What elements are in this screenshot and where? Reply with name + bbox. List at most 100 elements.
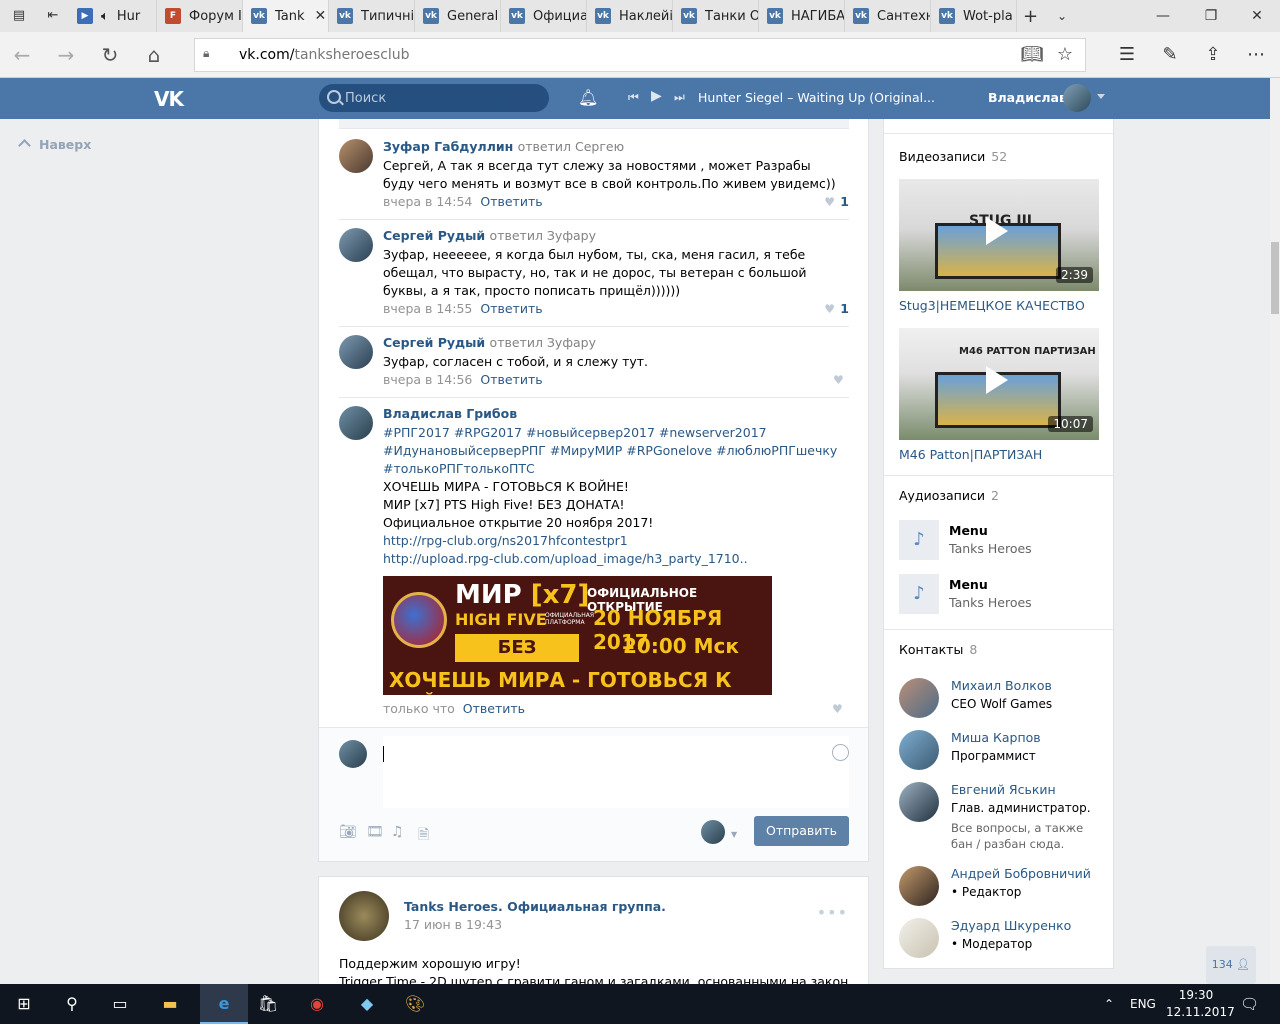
avatar[interactable] [899, 866, 939, 906]
author-link[interactable]: Зуфар Габдуллин [383, 139, 513, 154]
tab-list-chevron-icon[interactable]: ⌄ [1057, 9, 1067, 23]
avatar[interactable] [899, 918, 939, 958]
video-title-link[interactable]: Stug3|НЕМЕЦКОЕ КАЧЕСТВО [899, 298, 1085, 313]
video-title-link[interactable]: M46 Patton|ПАРТИЗАН [899, 447, 1042, 462]
reply-button[interactable]: Ответить [480, 372, 542, 387]
video-film-icon[interactable]: 🎞︎ [366, 824, 384, 840]
like-button[interactable]: ♥ 1 [824, 194, 849, 209]
tab-6[interactable]: vk Официа [501, 0, 587, 32]
windows-start-icon[interactable]: ⊞ [9, 989, 39, 1019]
action-center-icon[interactable]: 🗨︎ [1240, 984, 1259, 1024]
document-icon[interactable]: 🗎︎ [418, 824, 429, 848]
user-name[interactable]: Владислав [988, 90, 1067, 105]
contact-name[interactable]: Эдуард Шкуренко [951, 918, 1071, 933]
app-icon[interactable]: ◆ [352, 989, 382, 1019]
restore-icon[interactable]: ❐ [1188, 0, 1234, 32]
hashtags-line[interactable]: #толькоРПГтолькоПТС [383, 460, 843, 478]
more-menu-icon[interactable]: ⋯ [1244, 43, 1268, 67]
group-avatar[interactable] [339, 891, 389, 941]
forward-arrow-icon[interactable]: → [54, 43, 78, 67]
comment-time[interactable]: вчера в 14:54 [383, 194, 472, 209]
user-menu-chevron-icon[interactable] [1097, 94, 1105, 99]
author-link[interactable]: Сергей Рудый [383, 335, 485, 350]
reply-button[interactable]: Ответить [480, 301, 542, 316]
emoji-smile-icon[interactable] [832, 744, 849, 761]
reply-button[interactable]: Ответить [480, 194, 542, 209]
send-button[interactable]: Отправить [754, 816, 849, 846]
post-as-avatar[interactable] [701, 820, 725, 844]
video-thumbnail[interactable]: M46 PATTON ПАРТИЗАН 10:07 [899, 328, 1099, 440]
paint-icon[interactable]: 🎨︎ [400, 989, 430, 1019]
post-more-dots-icon[interactable]: ••• [817, 903, 848, 922]
author-link[interactable]: Сергей Рудый [383, 228, 485, 243]
hashtags-line[interactable]: #ИдунановыйсерверРПГ #МируМИР #RPGonelov… [383, 442, 843, 460]
url-field[interactable]: 🔒︎ vk.com/tanksheroesclub [194, 38, 1086, 72]
reply-button[interactable]: Ответить [463, 701, 525, 716]
external-link[interactable]: http://upload.rpg-club.com/upload_image/… [383, 550, 843, 568]
search-icon[interactable]: ⚲ [57, 989, 87, 1019]
post-author-link[interactable]: Tanks Heroes. Официальная группа. [404, 899, 666, 914]
page-scrollbar[interactable] [1270, 78, 1280, 984]
music-note-icon[interactable]: ♪ [899, 520, 939, 560]
comment-input[interactable] [383, 736, 849, 808]
comment-time[interactable]: вчера в 14:56 [383, 372, 472, 387]
edge-browser-icon[interactable]: e [200, 984, 248, 1024]
prev-track-icon[interactable]: ⏮︎ [628, 90, 639, 105]
minimize-icon[interactable]: — [1140, 0, 1186, 32]
tab-4[interactable]: vk Типичні [329, 0, 415, 32]
contact-name[interactable]: Евгений Яськин [951, 782, 1056, 797]
like-button[interactable]: ♥ [832, 701, 848, 716]
back-arrow-icon[interactable]: ← [10, 43, 34, 67]
task-view-icon[interactable]: ▭ [105, 989, 135, 1019]
avatar[interactable] [339, 228, 373, 262]
close-window-icon[interactable]: ✕ [1234, 0, 1280, 32]
avatar[interactable] [339, 139, 373, 173]
home-icon[interactable]: ⌂ [142, 43, 166, 67]
audio-artist[interactable]: Tanks Heroes [949, 541, 1032, 556]
favorite-star-icon[interactable]: ☆ [1053, 43, 1077, 67]
set-tabs-aside-icon[interactable]: ⇤ [43, 6, 63, 26]
favorites-hub-icon[interactable]: ☰ [1115, 43, 1139, 67]
avatar[interactable] [899, 730, 939, 770]
contact-name[interactable]: Андрей Бобровничий [951, 866, 1091, 881]
tab-2[interactable]: F Форум I [157, 0, 243, 32]
online-count-badge[interactable]: 134 👤︎ [1206, 946, 1256, 984]
tab-8[interactable]: vk Танки О [673, 0, 759, 32]
web-note-pen-icon[interactable]: ✎ [1158, 43, 1182, 67]
reading-view-icon[interactable]: 📖︎ [1020, 43, 1044, 67]
refresh-icon[interactable]: ↻ [98, 43, 122, 67]
camera-icon[interactable]: 📷︎ [339, 824, 357, 840]
chrome-icon[interactable]: ◉ [302, 989, 332, 1019]
tab-5[interactable]: vk General [415, 0, 501, 32]
store-icon[interactable]: 🛍︎ [253, 989, 283, 1019]
tab-9[interactable]: vk НАГИБА [759, 0, 845, 32]
audio-item[interactable]: ♪ Menu Tanks Heroes [899, 520, 1099, 560]
share-icon[interactable]: ⇪ [1201, 43, 1225, 67]
comment-time[interactable]: только что [383, 701, 455, 716]
contact-name[interactable]: Михаил Волков [951, 678, 1052, 693]
tab-1[interactable]: ▶ 🔈︎ Hur [69, 0, 157, 32]
tab-3-active[interactable]: vk Tank ✕ [243, 0, 329, 32]
user-avatar[interactable] [1063, 84, 1091, 112]
music-note-icon[interactable]: ♪ [899, 574, 939, 614]
new-tab-icon[interactable]: + [1023, 6, 1043, 27]
avatar[interactable] [339, 406, 373, 440]
tab-7[interactable]: vk Наклейі [587, 0, 673, 32]
close-tab-icon[interactable]: ✕ [315, 8, 327, 24]
play-icon[interactable]: ▶ [651, 88, 662, 104]
author-link[interactable]: Владислав Грибов [383, 406, 517, 421]
hashtags-line[interactable]: #РПГ2017 #RPG2017 #новыйсервер2017 #news… [383, 424, 843, 442]
external-link[interactable]: http://rpg-club.org/ns2017hfcontestpr1 [383, 532, 843, 550]
video-thumbnail[interactable]: STUG III 2:39 [899, 179, 1099, 291]
current-track-title[interactable]: Hunter Siegel – Waiting Up (Original... [698, 90, 935, 105]
music-note-icon[interactable]: ♫ [391, 824, 404, 840]
back-to-top-link[interactable]: Наверх [18, 137, 91, 152]
post-date[interactable]: 17 июн в 19:43 [404, 917, 502, 932]
comment-time[interactable]: вчера в 14:55 [383, 301, 472, 316]
avatar[interactable] [899, 678, 939, 718]
contact-name[interactable]: Миша Карпов [951, 730, 1041, 745]
vk-logo-icon[interactable]: VK [154, 87, 188, 111]
avatar[interactable] [899, 782, 939, 822]
next-track-icon[interactable]: ⏭︎ [674, 90, 685, 105]
audio-item[interactable]: ♪ Menu Tanks Heroes [899, 574, 1099, 614]
